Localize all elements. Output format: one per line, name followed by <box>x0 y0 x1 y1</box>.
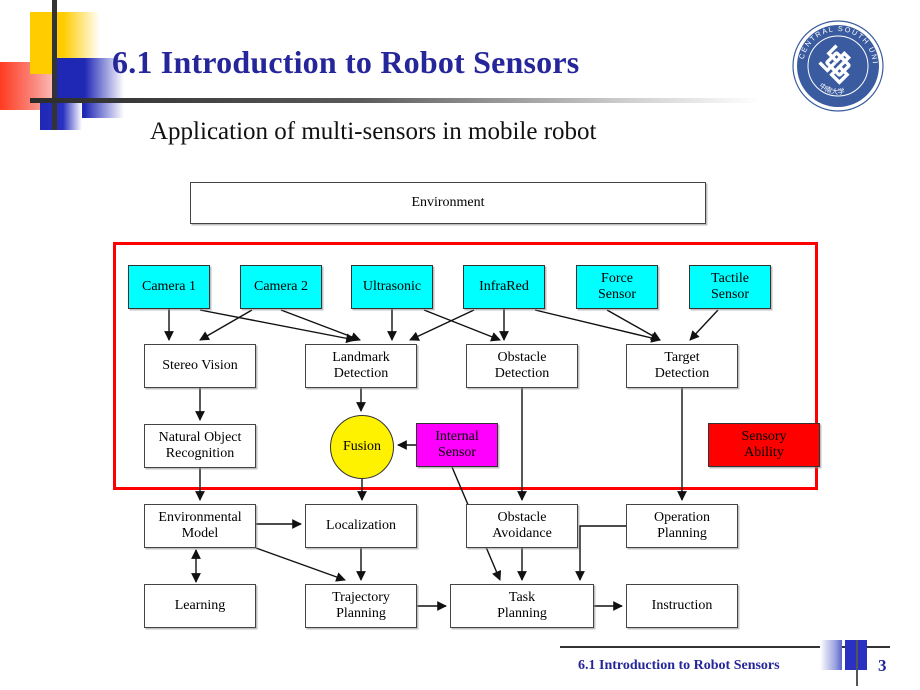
node-label: Environmental Model <box>158 509 242 541</box>
node-localization: Localization <box>305 504 417 548</box>
header-horizontal-rule <box>30 98 760 103</box>
node-label: Fusion <box>342 438 382 454</box>
node-operation-plan: Operation Planning <box>626 504 738 548</box>
node-sensory-ability: Sensory Ability <box>708 423 820 467</box>
node-landmark: Landmark Detection <box>305 344 417 388</box>
node-label: InfraRed <box>479 278 529 294</box>
footer-page-number: 3 <box>878 656 887 675</box>
node-label: Stereo Vision <box>162 357 238 373</box>
node-label: Obstacle Detection <box>494 349 550 381</box>
node-obstacle-avoid: Obstacle Avoidance <box>466 504 578 548</box>
node-natural-object: Natural Object Recognition <box>144 424 256 468</box>
node-internal-sensor: Internal Sensor <box>416 423 498 467</box>
page-subtitle: Application of multi-sensors in mobile r… <box>150 118 597 145</box>
node-label: Tactile Sensor <box>710 270 750 302</box>
node-stereo-vision: Stereo Vision <box>144 344 256 388</box>
node-label: Instruction <box>651 597 713 613</box>
node-label: Learning <box>174 597 226 613</box>
deco-blue-block-small <box>40 100 82 130</box>
node-label: Landmark Detection <box>332 349 390 381</box>
node-camera2: Camera 2 <box>240 265 322 309</box>
node-target-det: Target Detection <box>626 344 738 388</box>
central-south-university-logo-icon: CENTRAL SOUTH UNIVERSITY 中南大学 <box>790 18 886 114</box>
node-camera1: Camera 1 <box>128 265 210 309</box>
node-label: Force Sensor <box>597 270 637 302</box>
node-label: Natural Object Recognition <box>158 429 242 461</box>
node-trajectory: Trajectory Planning <box>305 584 417 628</box>
node-environment: Environment <box>190 182 706 224</box>
footer-deco-block-light <box>820 640 842 670</box>
deco-vertical-rule <box>52 0 57 130</box>
footer-vertical-rule <box>856 640 858 686</box>
node-label: Camera 2 <box>253 278 309 294</box>
node-label: Operation Planning <box>654 509 710 541</box>
node-env-model: Environmental Model <box>144 504 256 548</box>
node-learning: Learning <box>144 584 256 628</box>
node-label: Trajectory Planning <box>332 589 390 621</box>
node-force-sensor: Force Sensor <box>576 265 658 309</box>
node-infrared: InfraRed <box>463 265 545 309</box>
node-tactile-sensor: Tactile Sensor <box>689 265 771 309</box>
node-label: Environment <box>411 194 485 210</box>
node-label: Obstacle Avoidance <box>492 509 552 541</box>
footer-section-label: 6.1 Introduction to Robot Sensors <box>578 658 780 673</box>
node-label: Internal Sensor <box>435 428 479 460</box>
node-label: Target Detection <box>654 349 710 381</box>
node-fusion: Fusion <box>330 415 394 479</box>
node-instruction: Instruction <box>626 584 738 628</box>
node-label: Ultrasonic <box>362 278 422 294</box>
node-label: Camera 1 <box>141 278 197 294</box>
node-ultrasonic: Ultrasonic <box>351 265 433 309</box>
node-label: Localization <box>326 517 396 533</box>
node-task-plan: Task Planning <box>450 584 594 628</box>
node-obstacle-det: Obstacle Detection <box>466 344 578 388</box>
page-title: 6.1 Introduction to Robot Sensors <box>112 44 580 80</box>
node-label: Sensory Ability <box>741 428 787 460</box>
node-label: Task Planning <box>497 589 547 621</box>
